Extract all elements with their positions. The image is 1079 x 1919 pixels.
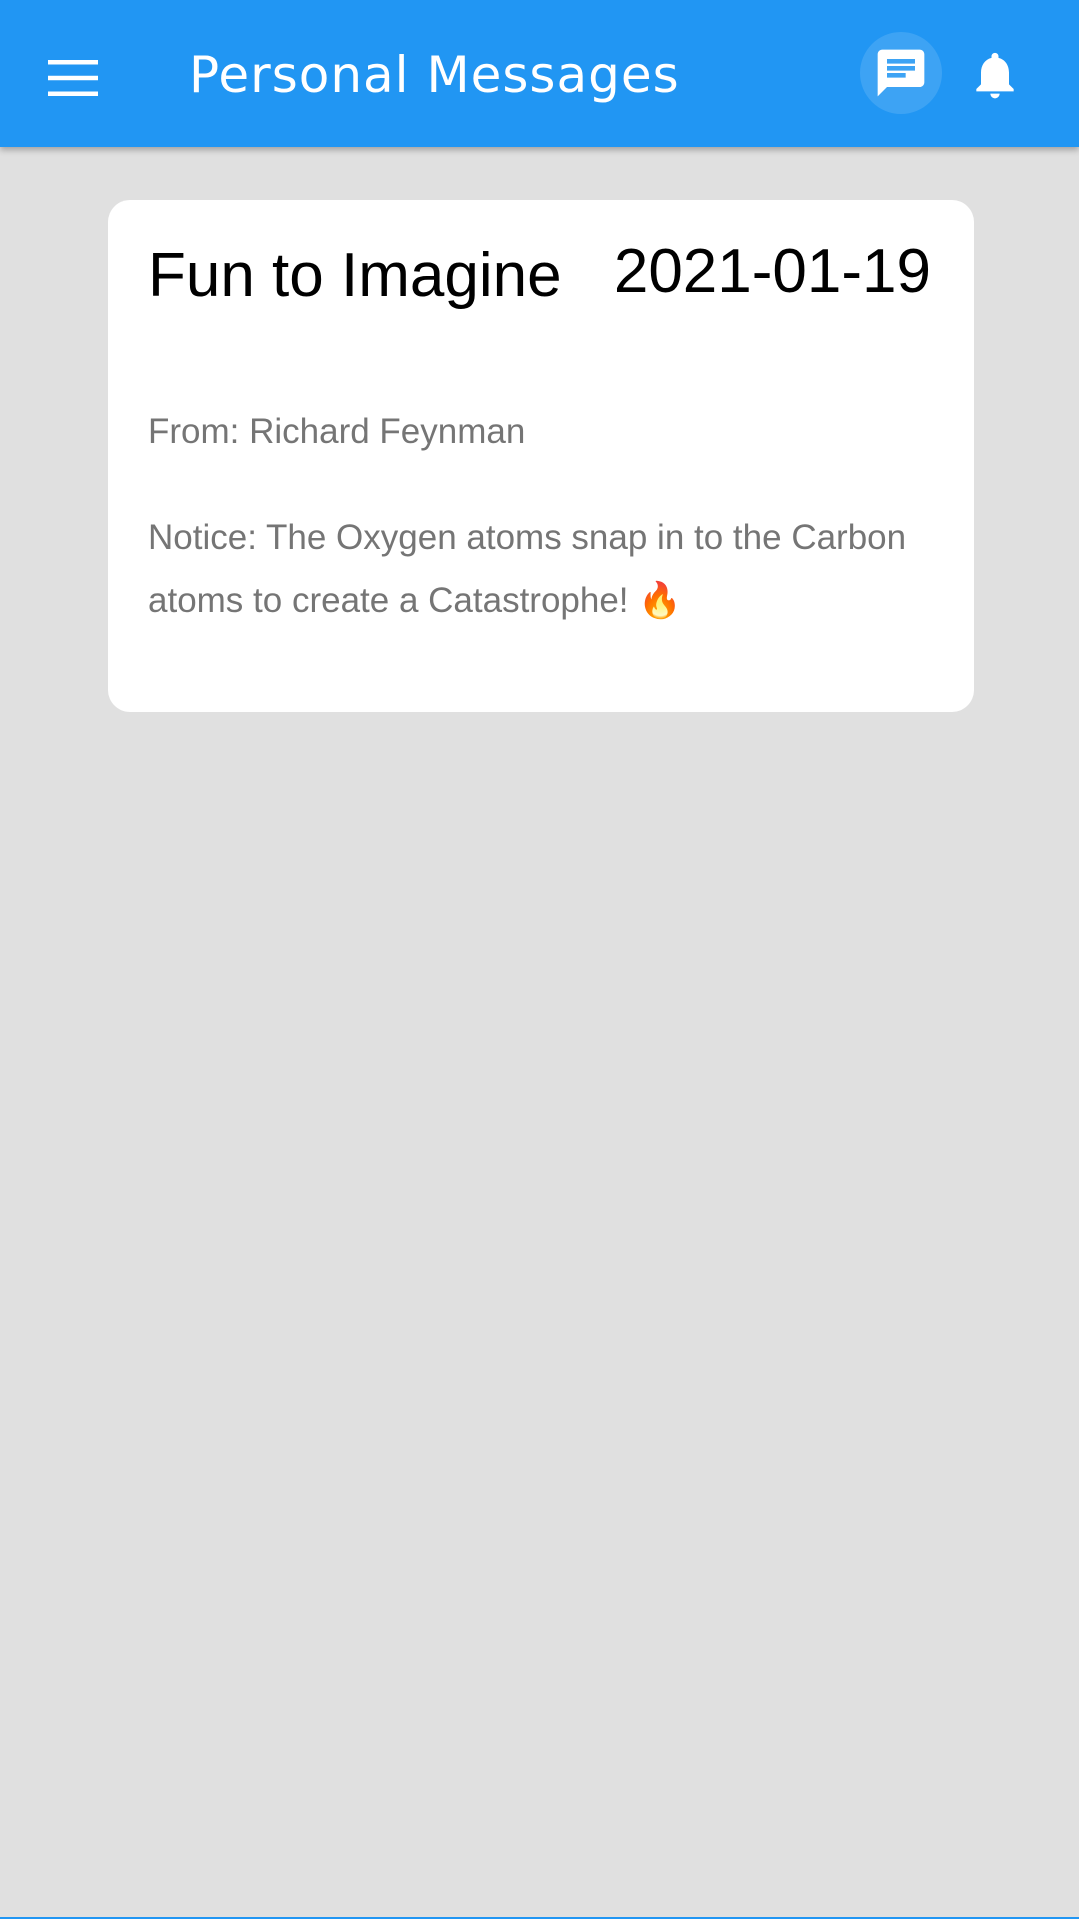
message-card[interactable]: Fun to Imagine 2021-01-19 From: Richard … [108, 200, 974, 712]
message-subject: Fun to Imagine [148, 241, 562, 310]
bell-icon [976, 52, 1014, 99]
message-body: Notice: The Oxygen atoms snap in to the … [148, 518, 907, 620]
page-title: Personal Messages [189, 46, 680, 104]
notifications-button[interactable] [954, 34, 1036, 116]
message-icon [877, 49, 925, 97]
messages-button[interactable] [860, 32, 942, 114]
message-date: 2021-01-19 [613, 237, 931, 306]
menu-icon [48, 60, 98, 96]
menu-button[interactable] [33, 38, 113, 118]
message-sender: From: Richard Feynman [148, 412, 526, 451]
app-bar: Personal Messages [0, 0, 1079, 147]
